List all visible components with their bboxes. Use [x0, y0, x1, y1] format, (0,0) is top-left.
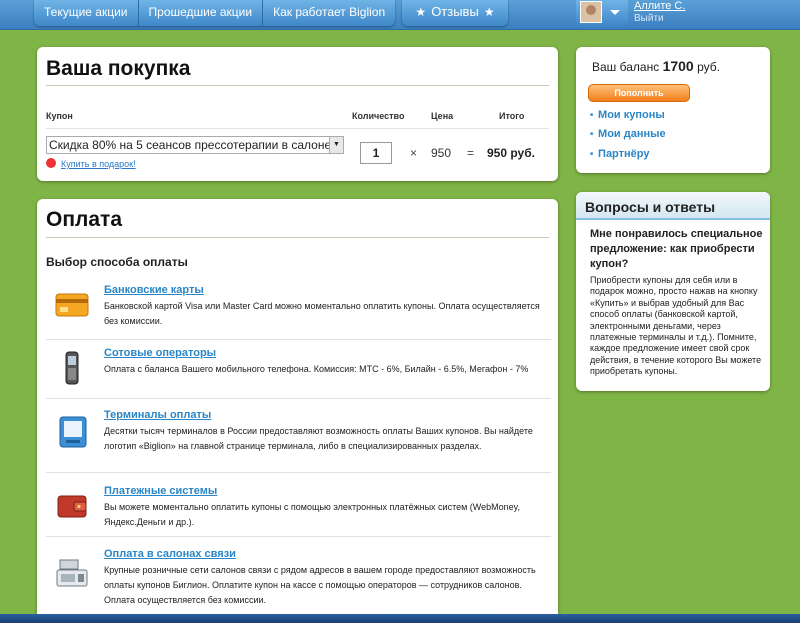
- method-name[interactable]: Оплата в салонах связи: [104, 548, 236, 560]
- top-up-button[interactable]: Пополнить: [588, 84, 690, 102]
- payment-title: Оплата: [46, 208, 123, 231]
- reviews-label: Отзывы: [431, 4, 479, 19]
- payment-method-retail-stores[interactable]: Оплата в салонах связи Крупные розничные…: [46, 548, 551, 614]
- payment-terminal-icon: [59, 416, 87, 448]
- quantity-input[interactable]: 1: [360, 142, 392, 164]
- divider: [46, 237, 549, 238]
- link-partner[interactable]: Партнёру: [590, 148, 649, 160]
- method-description: Вы можете моментально оплатить купоны с …: [104, 502, 520, 527]
- equals-sign: =: [467, 146, 475, 160]
- column-header-coupon: Купон: [46, 111, 73, 121]
- payment-method-bank-cards[interactable]: Банковские карты Банковской картой Visa …: [46, 284, 551, 340]
- method-description: Крупные розничные сети салонов связи с р…: [104, 565, 536, 605]
- method-description: Десятки тысяч терминалов в России предос…: [104, 426, 533, 451]
- unit-price: 950: [431, 146, 452, 160]
- gift-icon: [46, 158, 56, 168]
- chevron-down-icon[interactable]: [610, 10, 620, 15]
- star-icon: ★: [483, 5, 495, 19]
- coupon-select[interactable]: Скидка 80% на 5 сеансов прессотерапии в …: [46, 136, 344, 154]
- faq-answer: Приобрести купоны для себя или в подарок…: [590, 275, 762, 377]
- nav-current-deals[interactable]: Текущие акции: [34, 0, 139, 26]
- payment-method-heading: Выбор способа оплаты: [46, 255, 188, 269]
- column-header-price: Цена: [431, 111, 454, 121]
- divider: [46, 85, 549, 86]
- divider: [46, 128, 549, 129]
- faq-question: Мне понравилось специальное предложение:…: [590, 228, 763, 270]
- method-name[interactable]: Сотовые операторы: [104, 347, 216, 359]
- method-name[interactable]: Банковские карты: [104, 284, 204, 296]
- top-navigation-bar: Текущие акции Прошедшие акции Как работа…: [0, 0, 800, 30]
- purchase-title: Ваша покупка: [46, 57, 191, 80]
- nav-past-deals[interactable]: Прошедшие акции: [139, 0, 264, 26]
- buy-as-gift-link[interactable]: Купить в подарок!: [46, 158, 136, 169]
- mobile-phone-icon: [65, 351, 79, 385]
- link-my-coupons[interactable]: Мои купоны: [590, 109, 665, 121]
- total-price: 950 руб.: [487, 146, 535, 160]
- avatar: [580, 1, 602, 23]
- method-description: Оплата с баланса Вашего мобильного телеф…: [104, 364, 529, 374]
- balance-amount: 1700: [662, 58, 694, 74]
- method-name[interactable]: Терминалы оплаты: [104, 409, 211, 421]
- user-name-link[interactable]: Аллите С.: [634, 0, 685, 12]
- chevron-down-icon[interactable]: ▼: [329, 137, 343, 153]
- method-name[interactable]: Платежные системы: [104, 485, 217, 497]
- coupon-select-value: Скидка 80% на 5 сеансов прессотерапии в …: [49, 138, 343, 152]
- reviews-button[interactable]: ★ Отзывы ★: [402, 0, 508, 26]
- payment-method-payment-systems[interactable]: Платежные системы Вы можете моментально …: [46, 485, 551, 537]
- bank-card-icon: [55, 293, 89, 317]
- column-header-total: Итого: [499, 111, 525, 121]
- footer-bar: [0, 614, 800, 623]
- star-icon: ★: [415, 5, 427, 19]
- gift-link-label: Купить в подарок!: [61, 159, 136, 169]
- nav-how-it-works[interactable]: Как работает Biglion: [263, 0, 395, 26]
- column-header-quantity: Количество: [352, 111, 405, 121]
- payment-method-terminals[interactable]: Терминалы оплаты Десятки тысяч терминало…: [46, 409, 551, 473]
- logout-link[interactable]: Выйти: [634, 13, 664, 24]
- payment-method-mobile[interactable]: Сотовые операторы Оплата с баланса Вашег…: [46, 347, 551, 399]
- cash-register-icon: [56, 559, 88, 587]
- faq-title: Вопросы и ответы: [576, 192, 770, 220]
- method-description: Банковской картой Visa или Master Card м…: [104, 301, 540, 326]
- balance-line: Ваш баланс 1700 руб.: [592, 58, 720, 74]
- user-menu[interactable]: [576, 0, 628, 26]
- balance-currency: руб.: [697, 60, 720, 74]
- link-my-data[interactable]: Мои данные: [590, 128, 666, 140]
- wallet-icon: [57, 495, 87, 518]
- main-nav: Текущие акции Прошедшие акции Как работа…: [34, 0, 396, 26]
- multiply-sign: ×: [410, 146, 418, 160]
- balance-label: Ваш баланс: [592, 60, 660, 74]
